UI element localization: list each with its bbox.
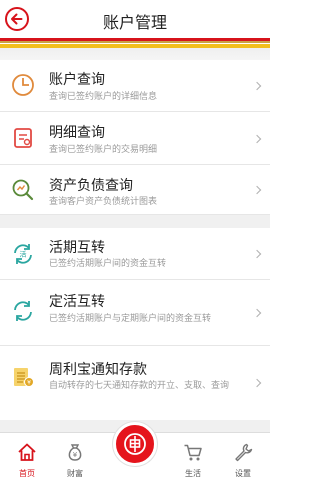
chevron-right-icon	[252, 81, 262, 91]
item-title: 活期互转	[49, 240, 105, 256]
tab-home[interactable]: 首页	[0, 433, 54, 480]
item-title: 周利宝通知存款	[49, 362, 147, 378]
money-bag-icon: ¥	[68, 444, 82, 461]
tab-life[interactable]: 生活	[166, 433, 220, 480]
item-title: 账户查询	[49, 72, 105, 88]
tab-label: 财富	[67, 469, 83, 478]
menu-item-fixed-transfer[interactable]: 定活互转 已签约活期账户与定期账户间的资金互转	[0, 280, 270, 346]
tab-label: 首页	[19, 469, 35, 478]
item-desc: 查询已签约账户的详细信息	[49, 92, 158, 102]
menu-item-detail-query[interactable]: 明细查询 查询已签约账户的交易明细	[0, 112, 270, 165]
center-home-button[interactable]	[113, 422, 157, 466]
wrench-icon	[235, 443, 253, 462]
item-desc: 查询已签约账户的交易明细	[49, 145, 158, 155]
current-transfer-icon: 活	[14, 244, 32, 264]
header-stripes	[0, 38, 270, 60]
item-title: 资产负债查询	[49, 178, 133, 194]
item-desc: 查询客户资产负债统计图表	[49, 197, 158, 207]
magnifier-chart-icon	[12, 179, 34, 201]
shopping-cart-icon	[184, 444, 202, 461]
menu-item-notice-deposit[interactable]: ¥ 周利宝通知存款 自动转存的七天通知存款的开立、支取、查询	[0, 346, 270, 420]
page-title: 账户管理	[102, 13, 167, 32]
home-icon	[18, 443, 36, 461]
menu-item-current-transfer[interactable]: 活 活期互转 已签约活期账户间的资金互转	[0, 228, 270, 280]
chevron-right-icon	[252, 308, 262, 318]
bank-logo-icon	[124, 433, 146, 455]
tab-label: 设置	[235, 469, 251, 478]
document-icon	[14, 128, 32, 148]
svg-text:¥: ¥	[73, 451, 78, 459]
tab-label: 生活	[185, 469, 201, 478]
chevron-right-icon	[252, 134, 262, 144]
svg-text:活: 活	[20, 250, 27, 259]
item-desc: 已签约活期账户间的资金互转	[49, 259, 167, 269]
item-desc: 已签约活期账户与定期账户间的资金互转	[49, 314, 212, 324]
item-desc: 自动转存的七天通知存款的开立、支取、查询	[49, 381, 230, 391]
tab-settings[interactable]: 设置	[216, 433, 270, 480]
app-header: 账户管理	[0, 0, 270, 38]
item-title: 定活互转	[49, 294, 105, 310]
menu-item-account-query[interactable]: 账户查询 查询已签约账户的详细信息	[0, 60, 270, 112]
section-divider	[0, 215, 270, 228]
chevron-right-icon	[252, 249, 262, 259]
tab-wealth[interactable]: ¥ 财富	[48, 433, 102, 480]
menu-item-asset-query[interactable]: 资产负债查询 查询客户资产负债统计图表	[0, 165, 270, 215]
pie-chart-icon	[12, 74, 34, 96]
svg-text:¥: ¥	[27, 380, 31, 387]
coins-icon: ¥	[14, 368, 34, 387]
fixed-transfer-icon	[14, 301, 32, 321]
chevron-right-icon	[252, 185, 262, 195]
item-title: 明细查询	[49, 125, 105, 141]
chevron-right-icon	[252, 378, 262, 388]
